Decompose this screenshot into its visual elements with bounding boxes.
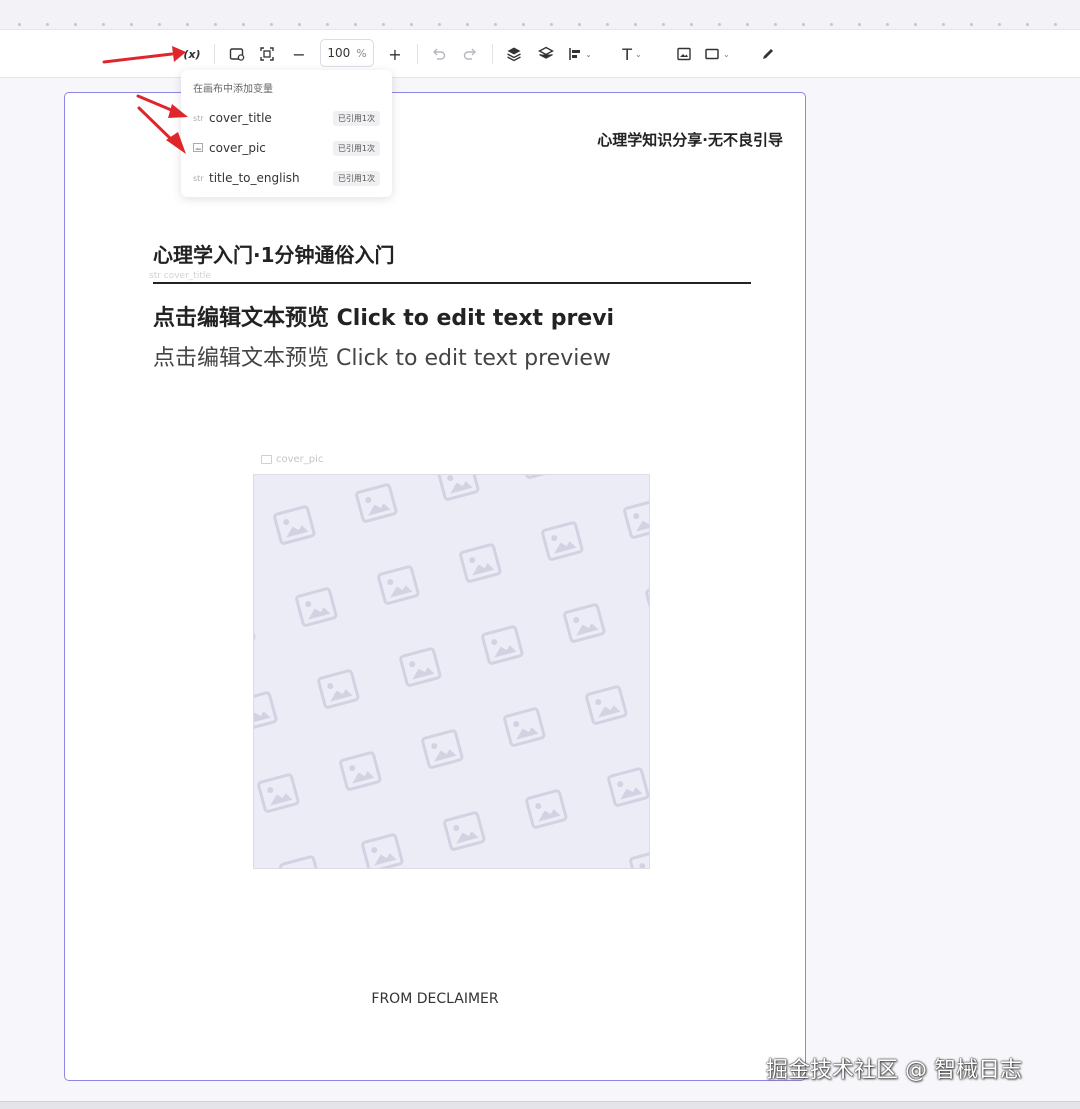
chevron-down-icon: ⌄ xyxy=(635,49,642,59)
canvas-settings-button[interactable] xyxy=(225,42,249,66)
fit-screen-icon xyxy=(260,47,274,61)
image-tool-button[interactable] xyxy=(672,42,696,66)
image-icon xyxy=(481,625,524,665)
cover-pic-variable-label: cover_pic xyxy=(261,454,323,465)
minus-icon: − xyxy=(292,44,306,64)
variable-item-title-to-english[interactable]: str title_to_english 已引用1次 xyxy=(187,165,386,191)
redo-icon xyxy=(463,48,476,60)
variable-name: title_to_english xyxy=(209,171,300,185)
image-icon xyxy=(563,603,606,643)
preview-text[interactable]: 点击编辑文本预览 Click to edit text preview xyxy=(153,340,611,372)
usage-badge: 已引用1次 xyxy=(332,170,380,186)
zoom-unit: % xyxy=(356,46,367,60)
align-dropdown[interactable]: ⌄ xyxy=(568,42,592,66)
cover-title-text[interactable]: 心理学入门·1分钟通俗入门 xyxy=(153,239,395,268)
canvas-ruler-strip xyxy=(0,0,1080,30)
cover-pic-label-text: cover_pic xyxy=(276,454,324,465)
chevron-down-icon: ⌄ xyxy=(585,49,592,59)
canvas-settings-icon xyxy=(229,48,245,61)
align-left-icon xyxy=(569,48,581,60)
toolbar-divider xyxy=(214,44,215,64)
text-tool-dropdown[interactable]: T ⌄ xyxy=(620,42,644,66)
variable-item-cover-pic[interactable]: cover_pic 已引用1次 xyxy=(187,135,386,161)
image-icon xyxy=(503,707,546,747)
layers-icon xyxy=(538,46,554,59)
image-icon xyxy=(339,751,382,791)
cover-title-variable-label: str cover_title xyxy=(149,271,211,281)
footer-text[interactable]: FROM DECLAIMER xyxy=(65,991,805,1007)
cover-pic-placeholder[interactable] xyxy=(253,474,650,869)
image-icon xyxy=(279,855,322,868)
zoom-out-button[interactable]: − xyxy=(287,42,311,66)
pen-icon xyxy=(763,49,773,59)
image-icon xyxy=(623,499,649,539)
image-icon xyxy=(355,483,398,523)
image-icon xyxy=(459,543,502,583)
zoom-input[interactable]: 100 % xyxy=(320,39,374,67)
image-icon xyxy=(519,475,562,479)
image-placeholder-pattern xyxy=(254,475,649,868)
image-icon xyxy=(443,811,486,851)
image-icon xyxy=(261,455,272,464)
image-icon xyxy=(607,767,649,807)
text-icon: T xyxy=(622,44,633,64)
image-icon xyxy=(317,669,360,709)
zoom-value: 100 xyxy=(327,46,351,60)
image-icon xyxy=(273,505,316,545)
image-icon xyxy=(677,47,691,61)
image-icon xyxy=(421,729,464,769)
chevron-down-icon: ⌄ xyxy=(723,49,730,59)
design-canvas[interactable]: 心理学知识分享·无不良引导 心理学入门·1分钟通俗入门 str cover_ti… xyxy=(64,92,806,1081)
image-icon xyxy=(377,565,420,605)
brand-text[interactable]: 心理学知识分享·无不良引导 xyxy=(597,129,783,150)
image-icon xyxy=(645,581,649,621)
usage-badge: 已引用1次 xyxy=(332,140,380,156)
image-icon xyxy=(254,691,278,731)
zoom-in-button[interactable]: + xyxy=(383,42,407,66)
plus-icon: + xyxy=(388,44,402,64)
image-icon xyxy=(585,685,628,725)
image-icon xyxy=(541,521,584,561)
variable-name: cover_pic xyxy=(209,141,266,155)
image-icon xyxy=(437,475,480,501)
pen-tool-button[interactable] xyxy=(756,42,780,66)
fit-screen-button[interactable] xyxy=(255,42,279,66)
annotation-arrow xyxy=(102,46,186,64)
variable-popup-header: 在画布中添加变量 xyxy=(193,84,273,95)
layers-button[interactable] xyxy=(534,42,558,66)
bring-forward-button[interactable] xyxy=(502,42,526,66)
image-icon xyxy=(295,587,338,627)
image-icon xyxy=(257,773,300,813)
undo-icon xyxy=(433,48,446,60)
image-type-icon xyxy=(193,142,205,154)
image-icon xyxy=(525,789,568,829)
redo-button[interactable] xyxy=(458,42,482,66)
watermark: 掘金技术社区 @ 智械日志 xyxy=(766,1058,1022,1083)
usage-badge: 已引用1次 xyxy=(332,110,380,126)
toolbar-divider xyxy=(492,44,493,64)
variable-item-cover-title[interactable]: str cover_title 已引用1次 xyxy=(187,105,386,131)
title-underline[interactable] xyxy=(153,282,751,284)
variable-name: cover_title xyxy=(209,111,272,125)
english-title-text[interactable]: 点击编辑文本预览 Click to edit text previ xyxy=(153,300,614,332)
toolbar-divider xyxy=(417,44,418,64)
layer-up-icon xyxy=(507,47,521,62)
image-icon xyxy=(629,849,649,868)
image-icon xyxy=(254,609,256,649)
string-type-icon: str xyxy=(193,173,204,183)
undo-button[interactable] xyxy=(427,42,451,66)
bottom-bar xyxy=(0,1101,1080,1109)
shape-tool-dropdown[interactable]: ⌄ xyxy=(704,42,730,66)
image-icon xyxy=(399,647,442,687)
annotation-arrow xyxy=(137,106,186,154)
rectangle-icon xyxy=(705,48,719,60)
string-type-icon: str xyxy=(193,113,204,123)
image-icon xyxy=(361,833,404,868)
variable-popup: 在画布中添加变量 str cover_title 已引用1次 cover_pic… xyxy=(181,70,392,197)
